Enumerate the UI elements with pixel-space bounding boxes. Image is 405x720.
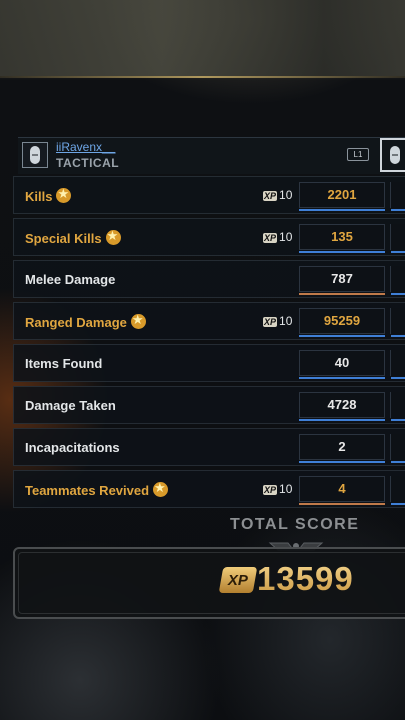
stat-value: 135: [299, 224, 385, 250]
stat-value: 2201: [299, 182, 385, 208]
stat-underline: [299, 419, 385, 421]
next-player-stat-cell: [390, 476, 405, 505]
top-banner: [0, 0, 405, 76]
player-name[interactable]: iiRavenx__: [56, 140, 115, 154]
stat-label: Teammates Revived: [25, 481, 169, 498]
next-player-stat-cell: [390, 434, 405, 463]
xp-mini-icon: XP: [263, 485, 278, 495]
l1-button-hint[interactable]: L1: [347, 148, 369, 161]
stat-label-text: Melee Damage: [25, 272, 116, 287]
total-score-title: TOTAL SCORE: [230, 516, 360, 533]
xp-reward: XP 10: [263, 482, 292, 496]
xp-amount: 10: [279, 314, 293, 328]
stat-value: 4: [299, 476, 385, 502]
xp-reward: XP 10: [263, 314, 292, 328]
stat-row[interactable]: Melee Damage 787: [13, 260, 405, 298]
next-player-stat-cell: [390, 392, 405, 421]
stat-underline: [299, 209, 385, 211]
star-icon: [153, 481, 169, 497]
stat-value: 787: [299, 266, 385, 292]
stat-underline: [299, 377, 385, 379]
stat-label: Items Found: [25, 356, 102, 371]
xp-amount: 10: [279, 188, 293, 202]
xp-mini-icon: XP: [263, 191, 278, 201]
top-divider: [0, 76, 405, 78]
xp-reward: XP 10: [263, 188, 292, 202]
stat-underline: [299, 251, 385, 253]
stat-label: Damage Taken: [25, 398, 116, 413]
next-player-class-icon[interactable]: [380, 138, 405, 172]
xp-mini-icon: XP: [263, 233, 278, 243]
stat-label: Melee Damage: [25, 272, 115, 287]
xp-reward: XP 10: [263, 230, 292, 244]
stat-label-text: Teammates Revived: [25, 483, 150, 498]
stat-row[interactable]: Incapacitations 2: [13, 428, 405, 466]
stat-row[interactable]: Items Found 40: [13, 344, 405, 382]
total-score-value: 13599: [257, 560, 354, 597]
stat-label: Incapacitations: [25, 440, 120, 455]
xp-icon-label: XP: [227, 571, 248, 589]
stat-row[interactable]: Kills XP10 2201: [13, 176, 405, 214]
stat-value: 4728: [299, 392, 385, 418]
next-player-stat-cell: [390, 308, 405, 337]
stat-label-text: Items Found: [25, 356, 103, 371]
stat-label-text: Damage Taken: [25, 398, 116, 413]
stat-label-text: Kills: [25, 189, 53, 204]
star-icon: [105, 229, 121, 245]
player-class: TACTICAL: [56, 156, 120, 170]
xp-mini-icon: XP: [263, 317, 278, 327]
stat-value: 2: [299, 434, 385, 460]
stat-label: Kills: [25, 187, 72, 204]
stat-label: Special Kills: [25, 229, 121, 246]
player-header: iiRavenx__ TACTICAL L1: [18, 137, 405, 174]
stat-label-text: Ranged Damage: [25, 315, 127, 330]
stat-underline: [299, 293, 385, 295]
star-icon: [56, 187, 72, 203]
stat-value: 40: [299, 350, 385, 376]
next-player-stat-cell: [390, 350, 405, 379]
xp-amount: 10: [279, 230, 293, 244]
star-icon: [130, 313, 146, 329]
next-player-stat-cell: [390, 266, 405, 295]
player-class-icon: [22, 142, 48, 168]
next-player-stat-cell: [390, 182, 405, 211]
next-player-stat-cell: [390, 224, 405, 253]
xp-icon: XP: [218, 567, 258, 593]
stat-label-text: Special Kills: [25, 231, 102, 246]
stat-label: Ranged Damage: [25, 313, 146, 330]
stat-underline: [299, 335, 385, 337]
stat-underline: [299, 503, 385, 505]
stat-underline: [299, 461, 385, 463]
stat-row[interactable]: Ranged Damage XP10 95259: [13, 302, 405, 340]
stat-row[interactable]: Special Kills XP10 135: [13, 218, 405, 256]
stat-value: 95259: [299, 308, 385, 334]
stat-label-text: Incapacitations: [25, 440, 120, 455]
xp-amount: 10: [279, 482, 293, 496]
stat-row[interactable]: Damage Taken 4728: [13, 386, 405, 424]
stat-row[interactable]: Teammates Revived XP10 4: [13, 470, 405, 508]
